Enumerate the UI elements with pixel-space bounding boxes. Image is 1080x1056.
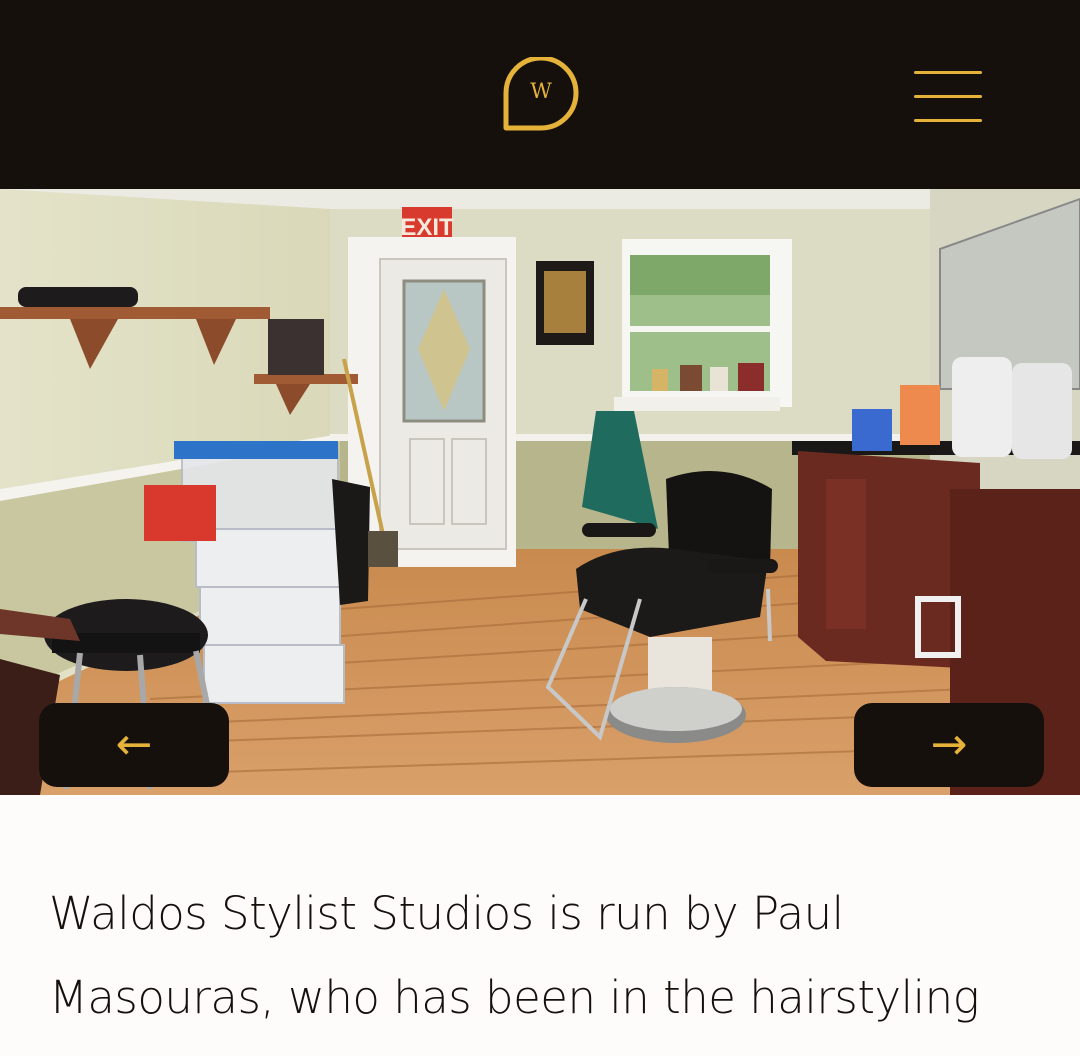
menu-line-icon [914,71,982,74]
site-logo[interactable]: W [502,55,580,133]
menu-line-icon [914,95,982,98]
exit-sign-text: EXIT [400,214,454,241]
next-slide-button[interactable]: → [854,703,1044,787]
hero-slideshow: EXIT ← → [0,189,1080,795]
menu-line-icon [914,119,982,122]
site-header: W [0,0,1080,189]
intro-paragraph: Waldos Stylist Studios is run by Paul Ma… [49,887,980,1024]
previous-slide-button[interactable]: ← [39,703,229,787]
arrow-left-icon: ← [115,719,153,770]
logo-letter: W [530,79,552,103]
hamburger-menu-button[interactable] [912,68,984,126]
arrow-right-icon: → [930,719,968,770]
